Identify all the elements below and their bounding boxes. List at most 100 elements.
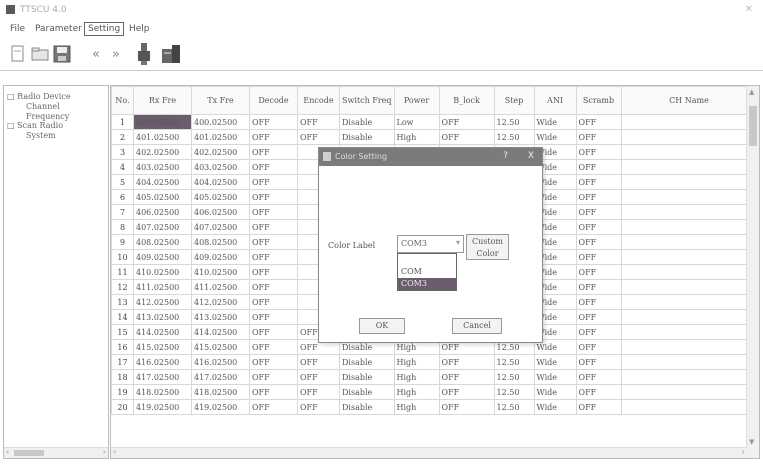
table-cell[interactable]: [620, 339, 758, 355]
table-cell[interactable]: 402.02500: [191, 144, 250, 160]
tree-horizontal-scrollbar[interactable]: ‹ ›: [4, 447, 108, 458]
column-header[interactable]: Encode: [297, 86, 340, 115]
table-cell[interactable]: 409.02500: [133, 249, 192, 265]
table-cell[interactable]: 404.02500: [133, 174, 192, 190]
table-cell[interactable]: OFF: [575, 384, 622, 400]
table-cell[interactable]: OFF: [575, 264, 622, 280]
tree-item-channel[interactable]: Channel: [26, 102, 60, 111]
table-cell[interactable]: OFF: [438, 369, 495, 385]
table-cell[interactable]: OFF: [249, 219, 298, 235]
table-cell[interactable]: High: [393, 399, 440, 415]
table-cell[interactable]: 417.02500: [133, 369, 192, 385]
chevron-down-icon[interactable]: ▾: [456, 238, 460, 247]
table-cell[interactable]: OFF: [249, 354, 298, 370]
table-cell[interactable]: OFF: [575, 144, 622, 160]
dropdown-option-com3[interactable]: COM3: [398, 278, 456, 290]
table-cell[interactable]: 407.02500: [133, 219, 192, 235]
table-cell[interactable]: Disable: [339, 129, 395, 145]
table-cell[interactable]: OFF: [575, 294, 622, 310]
table-cell[interactable]: 12.50: [493, 399, 535, 415]
table-cell[interactable]: [620, 174, 758, 190]
dialog-close-icon[interactable]: X: [528, 151, 534, 161]
table-cell[interactable]: [620, 219, 758, 235]
row-number-cell[interactable]: 14: [111, 309, 134, 325]
table-cell[interactable]: Wide: [533, 114, 577, 130]
column-header[interactable]: Step: [493, 86, 535, 115]
table-cell[interactable]: OFF: [575, 129, 622, 145]
table-cell[interactable]: OFF: [575, 234, 622, 250]
table-cell[interactable]: 400.02500: [191, 114, 250, 130]
table-cell[interactable]: OFF: [575, 204, 622, 220]
table-cell[interactable]: OFF: [297, 114, 340, 130]
table-cell[interactable]: 400.02500: [133, 114, 192, 130]
grid-horizontal-scrollbar[interactable]: ‹ ›: [111, 447, 747, 458]
table-cell[interactable]: OFF: [438, 399, 495, 415]
row-number-cell[interactable]: 4: [111, 159, 134, 175]
table-cell[interactable]: [620, 399, 758, 415]
menu-parameter[interactable]: Parameter: [33, 24, 84, 34]
table-cell[interactable]: 413.02500: [133, 309, 192, 325]
table-cell[interactable]: 406.02500: [191, 204, 250, 220]
table-cell[interactable]: OFF: [249, 339, 298, 355]
table-cell[interactable]: OFF: [249, 279, 298, 295]
save-icon[interactable]: [52, 44, 72, 64]
table-row[interactable]: 20 419.02500 419.02500 OFF OFF Disable High OFF…: [111, 399, 758, 415]
table-cell[interactable]: [620, 279, 758, 295]
table-cell[interactable]: 12.50: [493, 354, 535, 370]
table-cell[interactable]: 12.50: [493, 369, 535, 385]
table-cell[interactable]: 401.02500: [191, 129, 250, 145]
table-cell[interactable]: 416.02500: [133, 354, 192, 370]
forward-icon[interactable]: »: [106, 44, 126, 64]
table-cell[interactable]: Wide: [533, 369, 577, 385]
table-cell[interactable]: Wide: [533, 129, 577, 145]
table-row[interactable]: 18 417.02500 417.02500 OFF OFF Disable High OFF…: [111, 369, 758, 385]
table-cell[interactable]: OFF: [438, 384, 495, 400]
table-cell[interactable]: High: [393, 129, 440, 145]
table-cell[interactable]: OFF: [575, 189, 622, 205]
table-cell[interactable]: [620, 384, 758, 400]
table-cell[interactable]: OFF: [575, 114, 622, 130]
table-cell[interactable]: OFF: [249, 384, 298, 400]
table-cell[interactable]: 401.02500: [133, 129, 192, 145]
row-number-cell[interactable]: 13: [111, 294, 134, 310]
table-cell[interactable]: OFF: [575, 369, 622, 385]
connect-icon[interactable]: [134, 43, 154, 65]
table-cell[interactable]: OFF: [249, 174, 298, 190]
table-cell[interactable]: OFF: [438, 129, 495, 145]
table-cell[interactable]: High: [393, 354, 440, 370]
table-cell[interactable]: OFF: [575, 159, 622, 175]
open-folder-icon[interactable]: [30, 44, 50, 64]
table-cell[interactable]: OFF: [438, 354, 495, 370]
table-cell[interactable]: [620, 264, 758, 280]
table-cell[interactable]: OFF: [249, 369, 298, 385]
table-cell[interactable]: Disable: [339, 399, 395, 415]
table-cell[interactable]: Disable: [339, 354, 395, 370]
table-cell[interactable]: OFF: [575, 249, 622, 265]
back-icon[interactable]: «: [86, 44, 106, 64]
column-header[interactable]: B_lock: [438, 86, 495, 115]
row-number-cell[interactable]: 19: [111, 384, 134, 400]
download-icon[interactable]: [160, 44, 180, 64]
table-cell[interactable]: OFF: [249, 234, 298, 250]
tree-item-scan-radio[interactable]: □ Scan Radio: [7, 121, 63, 130]
table-cell[interactable]: OFF: [249, 324, 298, 340]
table-row[interactable]: 19 418.02500 418.02500 OFF OFF Disable High OFF…: [111, 384, 758, 400]
table-cell[interactable]: [620, 129, 758, 145]
tree-item-frequency[interactable]: Frequency: [26, 112, 69, 121]
table-cell[interactable]: OFF: [249, 114, 298, 130]
row-number-cell[interactable]: 20: [111, 399, 134, 415]
column-header[interactable]: Tx Fre: [191, 86, 250, 115]
table-cell[interactable]: 412.02500: [133, 294, 192, 310]
grid-vertical-scrollbar[interactable]: ▲ ▼: [746, 86, 759, 458]
table-cell[interactable]: OFF: [297, 354, 340, 370]
table-cell[interactable]: 405.02500: [133, 189, 192, 205]
table-cell[interactable]: High: [393, 369, 440, 385]
row-number-cell[interactable]: 2: [111, 129, 134, 145]
row-number-cell[interactable]: 18: [111, 369, 134, 385]
row-number-cell[interactable]: 6: [111, 189, 134, 205]
column-header[interactable]: Rx Fre: [133, 86, 192, 115]
menu-setting[interactable]: Setting: [84, 22, 125, 36]
table-cell[interactable]: 415.02500: [191, 339, 250, 355]
table-cell[interactable]: OFF: [249, 129, 298, 145]
column-header[interactable]: CH Name: [620, 86, 758, 115]
